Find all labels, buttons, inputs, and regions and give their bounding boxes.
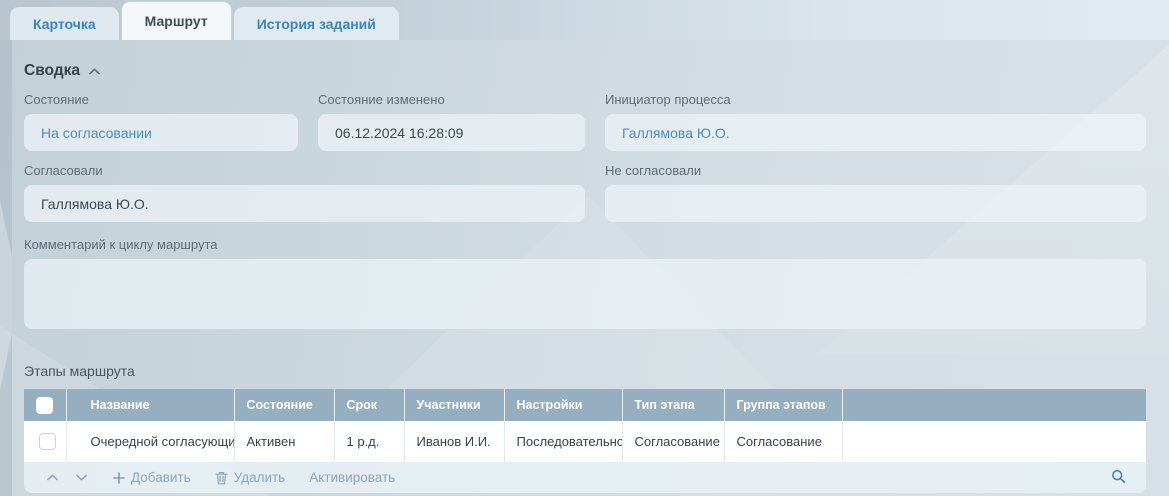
collapse-chevron-up-icon: [89, 62, 100, 80]
column-header-stage-group[interactable]: Группа этапов: [724, 389, 842, 421]
stage-settings-cell: Последовательно: [504, 421, 622, 462]
select-all-checkbox[interactable]: [36, 397, 53, 414]
tab-card[interactable]: Карточка: [10, 7, 119, 40]
stage-term-cell: 1 р.д.: [334, 421, 404, 462]
column-header-stage-type[interactable]: Тип этапа: [622, 389, 724, 421]
stage-row-checkbox[interactable]: [39, 433, 56, 450]
chevron-up-icon: [47, 474, 58, 481]
state-field[interactable]: На согласовании: [24, 114, 298, 151]
state-changed-label: Состояние изменено: [318, 92, 585, 107]
column-header-participants[interactable]: Участники: [404, 389, 504, 421]
summary-section-header[interactable]: Сводка: [24, 62, 100, 80]
initiator-value: Галлямова Ю.О.: [622, 125, 730, 141]
search-button[interactable]: [1107, 469, 1130, 487]
initiator-field[interactable]: Галлямова Ю.О.: [605, 114, 1146, 151]
stage-participants-cell: Иванов И.И.: [404, 421, 504, 462]
tab-bar: Карточка Маршрут История заданий: [0, 0, 1169, 40]
route-cycle-comment-label: Комментарий к циклу маршрута: [24, 237, 1146, 252]
activate-stage-button[interactable]: Активировать: [300, 470, 404, 485]
route-cycle-comment-input[interactable]: [24, 259, 1146, 329]
not-approved-field[interactable]: [605, 185, 1146, 222]
state-value: На согласовании: [41, 125, 152, 141]
stage-row-checkbox-cell: [24, 421, 66, 462]
delete-stage-label: Удалить: [234, 470, 286, 485]
summary-title: Сводка: [24, 62, 80, 80]
stage-empty-cell: [842, 421, 1146, 462]
initiator-label: Инициатор процесса: [605, 92, 1146, 107]
state-field-group: Состояние На согласовании: [24, 80, 298, 151]
tab-card-label: Карточка: [33, 16, 96, 32]
state-changed-field-group: Состояние изменено 06.12.2024 16:28:09: [318, 80, 585, 151]
stage-name-cell: Очередной согласующий: [66, 421, 234, 462]
state-changed-field[interactable]: 06.12.2024 16:28:09: [318, 114, 585, 151]
search-icon: [1111, 469, 1126, 487]
column-header-term[interactable]: Срок: [334, 389, 404, 421]
column-header-name[interactable]: Название: [66, 389, 234, 421]
not-approved-label: Не согласовали: [605, 163, 1146, 178]
state-label: Состояние: [24, 92, 298, 107]
stages-section-title: Этапы маршрута: [24, 363, 1146, 379]
column-header-state[interactable]: Состояние: [234, 389, 334, 421]
tab-task-history[interactable]: История заданий: [234, 7, 399, 40]
stages-table: Название Состояние Срок Участники Настро…: [24, 389, 1146, 462]
stage-group-cell: Согласование: [724, 421, 842, 462]
stage-state-cell: Активен: [234, 421, 334, 462]
stage-row[interactable]: Очередной согласующий Активен 1 р.д. Ива…: [24, 421, 1146, 462]
add-stage-button[interactable]: Добавить: [104, 470, 200, 485]
stages-table-header-row: Название Состояние Срок Участники Настро…: [24, 389, 1146, 421]
tab-task-history-label: История заданий: [257, 16, 376, 32]
add-stage-label: Добавить: [131, 470, 191, 485]
tab-route-label: Маршрут: [145, 13, 208, 29]
stage-type-cell: Согласование: [622, 421, 724, 462]
trash-icon: [215, 471, 228, 485]
tab-route[interactable]: Маршрут: [121, 1, 232, 40]
initiator-field-group: Инициатор процесса Галлямова Ю.О.: [605, 80, 1146, 151]
column-header-settings[interactable]: Настройки: [504, 389, 622, 421]
approved-label: Согласовали: [24, 163, 585, 178]
approved-field[interactable]: Галлямова Ю.О.: [24, 185, 585, 222]
state-changed-value: 06.12.2024 16:28:09: [335, 125, 463, 141]
plus-icon: [113, 472, 125, 484]
summary-form: Состояние На согласовании Состояние изме…: [24, 80, 1146, 222]
not-approved-field-group: Не согласовали: [605, 151, 1146, 222]
approved-value: Галлямова Ю.О.: [41, 196, 149, 212]
column-header-empty: [842, 389, 1146, 421]
approved-field-group: Согласовали Галлямова Ю.О.: [24, 151, 585, 222]
chevron-down-icon: [76, 474, 87, 481]
move-up-button[interactable]: [38, 474, 67, 481]
delete-stage-button[interactable]: Удалить: [206, 470, 295, 485]
stages-grid-toolbar: Добавить Удалить Активировать: [24, 462, 1146, 493]
move-down-button[interactable]: [67, 474, 96, 481]
route-tab-content: Сводка Состояние На согласовании Состоян…: [0, 62, 1169, 493]
activate-stage-label: Активировать: [309, 470, 395, 485]
select-all-header-cell: [24, 389, 66, 421]
